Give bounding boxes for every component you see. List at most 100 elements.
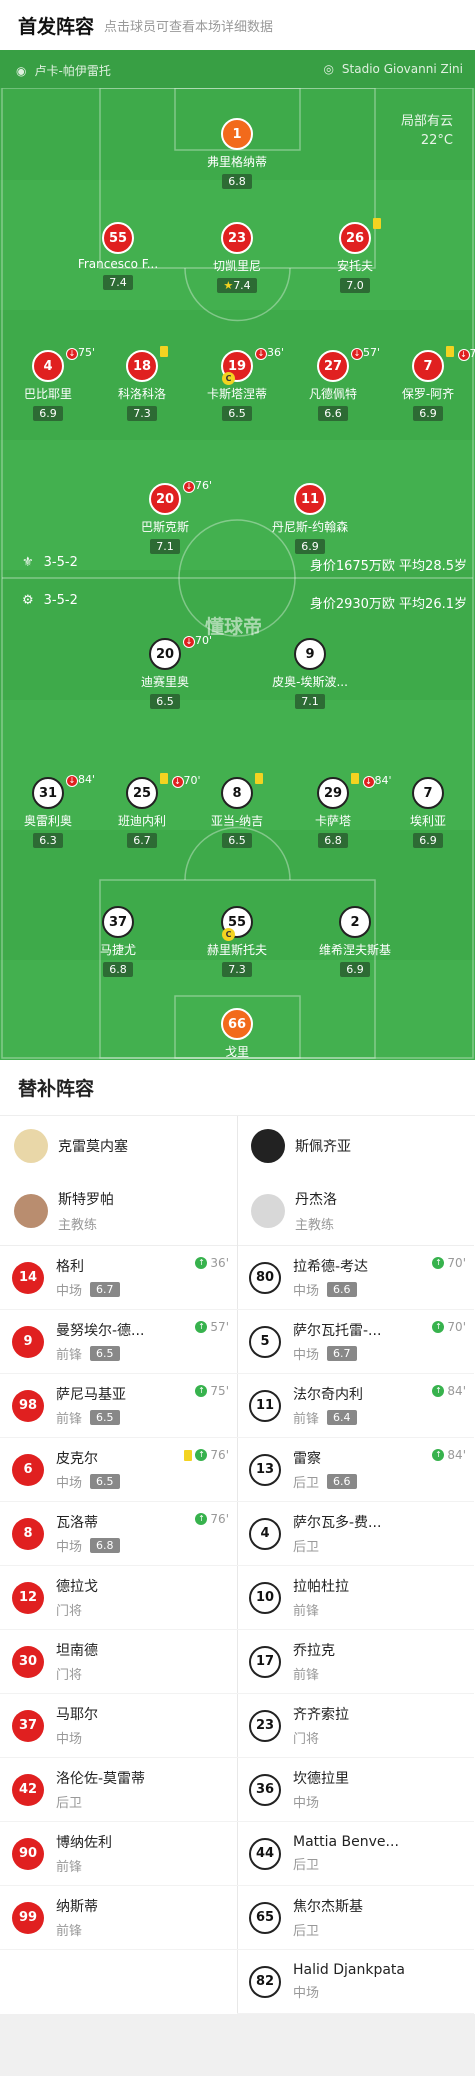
sub-rating: 6.6 [327, 1282, 357, 1297]
sub-player-row[interactable]: 36坎德拉里中场 [237, 1758, 474, 1822]
away-player-9[interactable]: 9皮奥-埃斯波...7.1 [265, 638, 355, 709]
captain-icon: C [222, 372, 235, 385]
away-player-66[interactable]: 66戈里6.8 [192, 1008, 282, 1060]
away-player-8[interactable]: 8 亚当-纳吉6.5 [192, 777, 282, 848]
sub-player-row[interactable]: 13雷察后卫6.6↑84' [237, 1438, 474, 1502]
sub-position: 中场 [293, 1344, 319, 1363]
player-events: ↓76' [446, 346, 475, 361]
home-player-7[interactable]: 7 ↓76'保罗-阿齐6.9 [383, 350, 473, 421]
sub-player-row[interactable]: 30坦南德门将 [0, 1630, 237, 1694]
sub-out-icon: ↓ [183, 636, 195, 648]
home-coach-row[interactable]: 斯特罗帕 主教练 [0, 1176, 237, 1246]
sub-player-row[interactable]: 5萨尔瓦托雷-...中场6.7↑70' [237, 1310, 474, 1374]
sub-player-row[interactable]: 42洛伦佐-莫雷蒂后卫 [0, 1758, 237, 1822]
sub-out-icon: ↓ [183, 481, 195, 493]
player-rating: 6.9 [295, 539, 325, 554]
sub-player-row[interactable]: 44Mattia Benve...后卫 [237, 1822, 474, 1886]
sub-player-row[interactable]: 80拉希德-考达中场6.6↑70' [237, 1246, 474, 1310]
player-name: 马捷尤 [73, 941, 163, 958]
sub-event: ↑57' [195, 1320, 229, 1334]
sub-in-minute: 75' [210, 1384, 229, 1398]
home-player-20[interactable]: 20↓76'巴斯克斯7.1 [120, 483, 210, 554]
yellow-card-icon [160, 773, 168, 784]
player-number-badge: 20 [149, 638, 181, 670]
player-number-badge: 37 [102, 906, 134, 938]
sub-player-row[interactable]: 9曼努埃尔-德...前锋6.5↑57' [0, 1310, 237, 1374]
player-name: 埃利亚 [383, 812, 473, 829]
sub-in-minute: 70' [447, 1256, 466, 1270]
away-player-37[interactable]: 37马捷尤6.8 [73, 906, 163, 977]
yellow-card-icon [160, 346, 168, 357]
sub-player-name: 雷察 [293, 1448, 433, 1468]
rating-value: 6.7 [133, 834, 151, 847]
sub-player-row[interactable]: 10拉帕杜拉前锋 [237, 1566, 474, 1630]
sub-out-icon: ↓ [66, 775, 78, 787]
sub-position: 前锋 [293, 1408, 319, 1427]
away-player-7[interactable]: 7埃利亚6.9 [383, 777, 473, 848]
player-number-badge: 66 [221, 1008, 253, 1040]
home-subs-column: 克雷莫内塞 斯特罗帕 主教练 14格利中场6.7↑36'9曼努埃尔-德...前锋… [0, 1116, 237, 2014]
sub-event: ↑84' [432, 1448, 466, 1462]
sub-player-row[interactable]: 23齐齐索拉门将 [237, 1694, 474, 1758]
sub-player-row[interactable]: 82Halid Djankpata中场 [237, 1950, 474, 2014]
home-team-row[interactable]: 克雷莫内塞 [0, 1116, 237, 1176]
home-player-19[interactable]: 19C↓36'卡斯塔涅蒂6.5 [192, 350, 282, 421]
player-rating: 6.5 [222, 406, 252, 421]
sub-player-row[interactable]: 6皮克尔中场6.5↑76' [0, 1438, 237, 1502]
sub-number-badge: 6 [12, 1454, 44, 1486]
home-player-55[interactable]: 55Francesco F...7.4 [73, 222, 163, 290]
sub-in-icon: ↑ [432, 1449, 444, 1461]
rating-value: 6.8 [324, 834, 342, 847]
away-player-2[interactable]: 2维希涅夫斯基6.9 [310, 906, 400, 977]
sub-number-badge: 98 [12, 1390, 44, 1422]
home-player-26[interactable]: 26 安托夫7.0 [310, 222, 400, 293]
sub-number-badge: 23 [249, 1710, 281, 1742]
away-player-55[interactable]: 55C赫里斯托夫7.3 [192, 906, 282, 977]
sub-in-minute: 84' [447, 1448, 466, 1462]
player-number-badge: 2 [339, 906, 371, 938]
sub-player-row[interactable]: 90博纳佐利前锋 [0, 1822, 237, 1886]
home-player-18[interactable]: 18 科洛科洛7.3 [97, 350, 187, 421]
away-coach-role: 主教练 [295, 1214, 337, 1233]
sub-player-row[interactable]: 98萨尼马基亚前锋6.5↑75' [0, 1374, 237, 1438]
sub-player-row[interactable]: 99纳斯蒂前锋 [0, 1886, 237, 1950]
away-coach-row[interactable]: 丹杰洛 主教练 [237, 1176, 474, 1246]
sub-player-row[interactable]: 12德拉戈门将 [0, 1566, 237, 1630]
sub-out-icon: ↓ [172, 776, 184, 788]
home-player-23[interactable]: 23切凯里尼★7.4 [192, 222, 282, 293]
sub-number-badge: 4 [249, 1518, 281, 1550]
sub-player-row[interactable]: 4萨尔瓦多-费...后卫 [237, 1502, 474, 1566]
home-player-11[interactable]: 11丹尼斯-约翰森6.9 [265, 483, 355, 554]
sub-player-row[interactable]: 8瓦洛蒂中场6.8↑76' [0, 1502, 237, 1566]
sub-player-row[interactable]: 14格利中场6.7↑36' [0, 1246, 237, 1310]
away-player-31[interactable]: 31↓84'奥雷利奥6.3 [3, 777, 93, 848]
yellow-card-icon [373, 218, 381, 229]
sub-number-badge: 11 [249, 1390, 281, 1422]
rating-value: 7.4 [109, 276, 127, 289]
sub-player-row[interactable]: 37马耶尔中场 [0, 1694, 237, 1758]
sub-number-badge: 82 [249, 1966, 281, 1998]
sub-position: 中场 [56, 1472, 82, 1491]
sub-player-row[interactable]: 11法尔奇内利前锋6.4↑84' [237, 1374, 474, 1438]
home-player-27[interactable]: 27↓57'凡德佩特6.6 [288, 350, 378, 421]
away-player-29[interactable]: 29 ↓84'卡萨塔6.8 [288, 777, 378, 848]
away-player-20[interactable]: 20↓70'迪赛里奥6.5 [120, 638, 210, 709]
sub-event: ↑84' [432, 1384, 466, 1398]
rating-value: 7.4 [233, 279, 251, 292]
player-events: ↓84' [66, 773, 95, 787]
home-market-value: 身价1675万欧 平均28.5岁 [310, 555, 467, 574]
rating-value: 6.5 [228, 407, 246, 420]
away-player-25[interactable]: 25 ↓70'班迪内利6.7 [97, 777, 187, 848]
away-team-row[interactable]: 斯佩齐亚 [237, 1116, 474, 1176]
player-number-badge: 26 [339, 222, 371, 254]
sub-out-icon: ↓ [351, 348, 363, 360]
sub-number-badge: 14 [12, 1262, 44, 1294]
home-player-1[interactable]: 1弗里格纳蒂6.8 [192, 118, 282, 189]
sub-player-row[interactable]: 17乔拉克前锋 [237, 1630, 474, 1694]
player-name: 赫里斯托夫 [192, 941, 282, 958]
home-player-4[interactable]: 4↓75'巴比耶里6.9 [3, 350, 93, 421]
player-number-badge: 31 [32, 777, 64, 809]
sub-position: 门将 [56, 1664, 82, 1683]
player-rating: 7.1 [150, 539, 180, 554]
sub-player-row[interactable]: 65焦尔杰斯基后卫 [237, 1886, 474, 1950]
